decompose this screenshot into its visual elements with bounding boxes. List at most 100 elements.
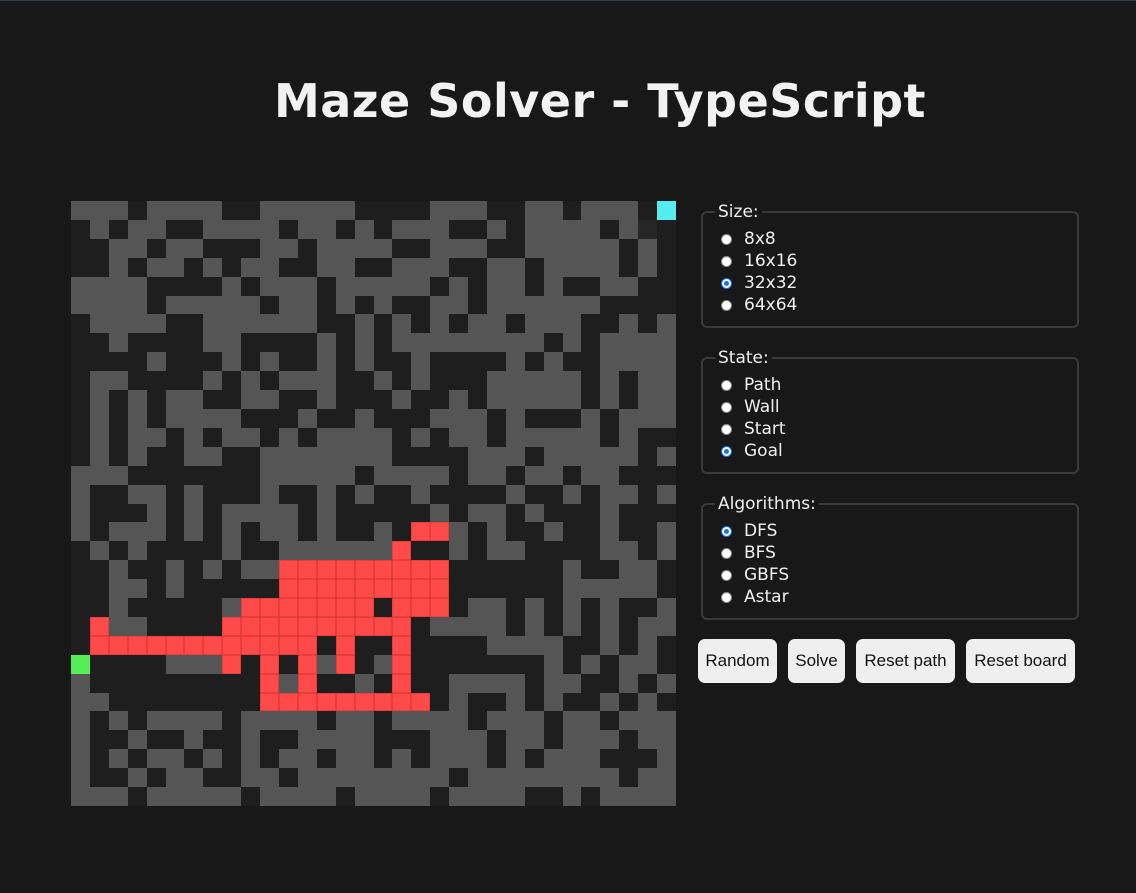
maze-cell-wall[interactable]	[146, 295, 166, 315]
maze-cell-wall[interactable]	[146, 408, 166, 428]
random-button[interactable]: Random	[698, 639, 777, 683]
maze-cell-path[interactable]	[373, 692, 393, 712]
maze-cell-open[interactable]	[260, 446, 279, 466]
maze-cell-wall[interactable]	[278, 654, 298, 674]
maze-cell-wall[interactable]	[430, 446, 450, 466]
maze-cell-wall[interactable]	[600, 560, 620, 580]
maze-cell-wall[interactable]	[657, 238, 676, 258]
maze-cell-open[interactable]	[89, 541, 109, 561]
maze-cell-open[interactable]	[486, 598, 506, 617]
maze-cell-wall[interactable]	[297, 522, 317, 542]
maze-cell-wall[interactable]	[165, 503, 185, 523]
maze-cell-wall[interactable]	[619, 635, 639, 655]
maze-cell-open[interactable]	[184, 484, 204, 504]
maze-cell-open[interactable]	[165, 768, 185, 788]
maze-cell-wall[interactable]	[581, 616, 601, 636]
maze-cell-wall[interactable]	[71, 579, 90, 599]
maze-cell-wall[interactable]	[638, 541, 658, 561]
maze-cell-path[interactable]	[335, 692, 355, 712]
maze-cell-wall[interactable]	[581, 560, 601, 580]
maze-cell-open[interactable]	[486, 390, 506, 409]
maze-cell-open[interactable]	[203, 749, 223, 769]
maze-cell-wall[interactable]	[449, 768, 469, 788]
maze-cell-wall[interactable]	[600, 427, 620, 447]
maze-cell-open[interactable]	[619, 219, 639, 239]
maze-cell-open[interactable]	[657, 749, 676, 769]
maze-cell-wall[interactable]	[146, 446, 166, 466]
maze-cell-open[interactable]	[581, 730, 601, 750]
maze-cell-wall[interactable]	[581, 352, 601, 372]
algorithm-radio-bfs[interactable]	[721, 547, 732, 559]
maze-cell-wall[interactable]	[241, 484, 261, 504]
maze-cell-open[interactable]	[543, 201, 563, 220]
maze-cell-open[interactable]	[297, 465, 317, 485]
maze-cell-wall[interactable]	[71, 446, 90, 466]
maze-cell-wall[interactable]	[449, 446, 469, 466]
maze-cell-wall[interactable]	[562, 352, 582, 372]
maze-cell-wall[interactable]	[657, 295, 676, 315]
maze-cell-open[interactable]	[600, 352, 620, 372]
maze-cell-open[interactable]	[203, 219, 223, 239]
maze-cell-wall[interactable]	[543, 616, 563, 636]
maze-cell-wall[interactable]	[354, 371, 374, 391]
maze-cell-open[interactable]	[165, 711, 185, 731]
maze-cell-open[interactable]	[373, 465, 393, 485]
maze-cell-open[interactable]	[297, 295, 317, 315]
maze-cell-wall[interactable]	[619, 692, 639, 712]
maze-cell-wall[interactable]	[222, 257, 242, 277]
maze-cell-open[interactable]	[297, 787, 317, 806]
maze-cell-wall[interactable]	[430, 484, 450, 504]
maze-cell-open[interactable]	[411, 276, 431, 296]
maze-cell-wall[interactable]	[543, 598, 563, 617]
maze-cell-open[interactable]	[203, 711, 223, 731]
maze-cell-wall[interactable]	[505, 238, 525, 258]
maze-cell-open[interactable]	[373, 654, 393, 674]
maze-cell-open[interactable]	[260, 257, 279, 277]
maze-cell-open[interactable]	[430, 711, 450, 731]
maze-cell-open[interactable]	[411, 352, 431, 372]
maze-cell-open[interactable]	[241, 749, 261, 769]
maze-cell-wall[interactable]	[619, 295, 639, 315]
maze-cell-open[interactable]	[316, 390, 336, 409]
maze-cell-open[interactable]	[657, 314, 676, 334]
maze-cell-open[interactable]	[524, 238, 544, 258]
maze-cell-wall[interactable]	[71, 352, 90, 372]
maze-cell-wall[interactable]	[146, 673, 166, 693]
maze-cell-wall[interactable]	[449, 465, 469, 485]
maze-cell-wall[interactable]	[486, 238, 506, 258]
maze-cell-wall[interactable]	[449, 503, 469, 523]
maze-cell-wall[interactable]	[449, 579, 469, 599]
maze-cell-open[interactable]	[89, 219, 109, 239]
maze-cell-open[interactable]	[316, 503, 336, 523]
maze-cell-wall[interactable]	[184, 276, 204, 296]
maze-cell-wall[interactable]	[638, 673, 658, 693]
maze-cell-wall[interactable]	[411, 201, 431, 220]
size-option-16x16[interactable]: 16x16	[719, 250, 1077, 272]
maze-cell-open[interactable]	[430, 465, 450, 485]
maze-cell-wall[interactable]	[411, 503, 431, 523]
size-option-64x64[interactable]: 64x64	[719, 294, 1077, 316]
maze-cell-open[interactable]	[619, 484, 639, 504]
maze-cell-open[interactable]	[184, 768, 204, 788]
maze-cell-open[interactable]	[165, 257, 185, 277]
maze-cell-wall[interactable]	[165, 616, 185, 636]
maze-cell-open[interactable]	[71, 503, 90, 523]
maze-cell-wall[interactable]	[524, 446, 544, 466]
maze-cell-open[interactable]	[146, 787, 166, 806]
maze-cell-open[interactable]	[600, 484, 620, 504]
maze-cell-wall[interactable]	[241, 201, 261, 220]
maze-cell-open[interactable]	[335, 711, 355, 731]
maze-cell-wall[interactable]	[543, 787, 563, 806]
maze-cell-wall[interactable]	[71, 427, 90, 447]
maze-cell-wall[interactable]	[657, 257, 676, 277]
maze-cell-path[interactable]	[278, 560, 298, 580]
maze-cell-wall[interactable]	[108, 219, 128, 239]
maze-cell-wall[interactable]	[108, 427, 128, 447]
maze-cell-wall[interactable]	[278, 333, 298, 353]
maze-cell-path[interactable]	[316, 579, 336, 599]
maze-cell-wall[interactable]	[203, 465, 223, 485]
maze-cell-open[interactable]	[486, 711, 506, 731]
maze-cell-open[interactable]	[638, 711, 658, 731]
maze-cell-open[interactable]	[468, 201, 487, 220]
maze-cell-open[interactable]	[638, 390, 658, 409]
